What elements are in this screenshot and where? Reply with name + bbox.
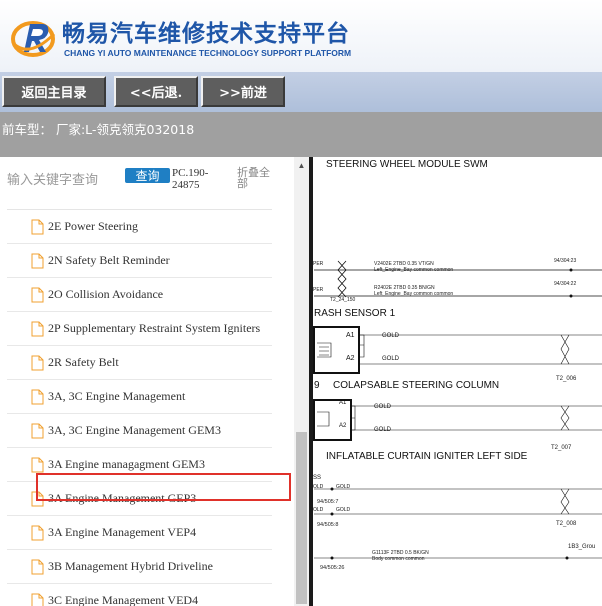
diagram-heading-curtain-igniter: INFLATABLE CURTAIN IGNITER LEFT SIDE — [326, 451, 528, 462]
platform-title: 畅易汽车维修技术支持平台 — [62, 21, 350, 47]
pin-finish-label: GOLD — [374, 427, 392, 433]
document-icon — [31, 355, 44, 371]
wire-label: Body common common — [372, 556, 425, 562]
collapse-all-button[interactable]: 折叠全部 — [237, 167, 275, 189]
document-code: PC.190-24875 — [172, 167, 209, 191]
tree-item[interactable]: 3A Engine managagment GEM3 — [0, 448, 282, 482]
tree-item[interactable]: 3A, 3C Engine Management GEM3 — [0, 414, 282, 448]
connector-ref: 94/304:22 — [554, 281, 577, 287]
scroll-thumb[interactable] — [296, 432, 307, 604]
tree-item-label: 3A, 3C Engine Management GEM3 — [48, 423, 221, 437]
tree-item-label: 3A Engine Management GEP3 — [48, 491, 197, 505]
document-icon — [31, 593, 44, 606]
current-vehicle-label: 前车型： 厂家:L-领克领克032018 — [0, 112, 602, 157]
pin-label: A1 — [339, 400, 347, 406]
document-icon — [31, 491, 44, 507]
document-icon — [31, 253, 44, 269]
wire-label: PER — [313, 261, 324, 267]
tree-item[interactable]: 3A Engine Management VEP4 — [0, 516, 282, 550]
document-icon — [31, 219, 44, 235]
tree-item[interactable]: 3C Engine Management VED4 — [0, 584, 282, 606]
left-panel: 输入关键字查询 查询 PC.190-24875 折叠全部 2E Power St… — [0, 157, 294, 606]
app-header: 畅易汽车维修技术支持平台 CHANG YI AUTO MAINTENANCE T… — [0, 0, 602, 72]
pin-label: A2 — [339, 423, 347, 429]
document-tree: 2E Power Steering 2N Safety Belt Reminde… — [0, 210, 282, 606]
forward-button[interactable]: >>前进 — [201, 76, 285, 107]
tree-item-label: 2E Power Steering — [48, 219, 138, 233]
splice-label: T2_007 — [551, 445, 572, 451]
splice-label: T2_008 — [556, 521, 577, 527]
document-icon — [31, 525, 44, 541]
pin-label: A1 — [346, 332, 355, 339]
search-button[interactable]: 查询 — [125, 168, 170, 183]
connector-ref: 94/505:8 — [317, 522, 339, 528]
diagram-heading-swm: STEERING WHEEL MODULE SWM — [326, 159, 488, 170]
tree-item[interactable]: 2R Safety Belt — [0, 346, 282, 380]
splice-label: T2_006 — [556, 376, 577, 382]
wire-label: Left_Engine_Bay common common — [374, 267, 454, 273]
pin-finish-label: GOLD — [336, 484, 351, 490]
connector-ref: 94/505:7 — [317, 499, 339, 505]
document-icon — [31, 321, 44, 337]
search-input[interactable]: 输入关键字查询 — [7, 169, 98, 188]
tree-item[interactable]: 2E Power Steering — [0, 210, 282, 244]
home-button[interactable]: 返回主目录 — [2, 76, 106, 107]
pin-finish-label: GOLD — [382, 356, 400, 362]
diagram-heading-crash-sensor: RASH SENSOR 1 — [314, 308, 396, 319]
document-icon — [31, 423, 44, 439]
pin-label: A2 — [346, 355, 355, 362]
tree-item-label: 3B Management Hybrid Driveline — [48, 559, 213, 573]
connector-ref: 94/505:26 — [320, 565, 345, 571]
diagram-number: 9 — [314, 380, 320, 391]
tree-item-label: 2N Safety Belt Reminder — [48, 253, 170, 267]
connector-label: SS — [313, 475, 322, 481]
tree-item[interactable]: 3A Engine Management GEP3 — [0, 482, 282, 516]
diagram-heading-steering-column: COLAPSABLE STEERING COLUMN — [333, 380, 500, 391]
pin-finish-label: OLD — [313, 507, 324, 513]
tree-item-label: 2O Collision Avoidance — [48, 287, 164, 301]
splice-label: T2_24_150 — [330, 297, 356, 303]
ground-label: 1B3_Grou — [568, 544, 596, 550]
r-logo-icon — [11, 21, 56, 57]
tree-item[interactable]: 3A, 3C Engine Management — [0, 380, 282, 414]
tree-item-label: 2R Safety Belt — [48, 355, 119, 369]
pin-finish-label: GOLD — [336, 507, 351, 513]
back-button[interactable]: <<后退. — [114, 76, 198, 107]
wire-label: Left_Engine_Bay common common — [374, 291, 454, 297]
platform-subtitle: CHANG YI AUTO MAINTENANCE TECHNOLOGY SUP… — [64, 48, 352, 58]
connector-ref: 94/304:23 — [554, 258, 577, 264]
tree-item-label: 2P Supplementary Restraint System Ignite… — [48, 321, 261, 335]
document-icon — [31, 389, 44, 405]
tree-scrollbar[interactable]: ▲ — [294, 157, 309, 606]
tree-item-selected[interactable]: 2P Supplementary Restraint System Ignite… — [0, 312, 282, 346]
tree-item[interactable]: 2O Collision Avoidance — [0, 278, 282, 312]
pin-finish-label: OLD — [313, 484, 324, 490]
pin-finish-label: GOLD — [374, 404, 392, 410]
tree-item-label: 3A, 3C Engine Management — [48, 389, 186, 403]
scroll-up-arrow-icon[interactable]: ▲ — [294, 157, 309, 174]
pin-finish-label: GOLD — [382, 333, 400, 339]
tree-item[interactable]: 2N Safety Belt Reminder — [0, 244, 282, 278]
tree-item-label: 3A Engine managagment GEM3 — [48, 457, 205, 471]
tree-item[interactable]: 3B Management Hybrid Driveline — [0, 550, 282, 584]
document-icon — [31, 457, 44, 473]
tree-item-label: 3A Engine Management VEP4 — [48, 525, 197, 539]
wiring-diagram-panel[interactable]: STEERING WHEEL MODULE SWM PER V2402E 2TB… — [309, 157, 602, 606]
document-icon — [31, 287, 44, 303]
wire-label: PER — [313, 287, 324, 293]
tree-item-label: 3C Engine Management VED4 — [48, 593, 199, 606]
nav-bar: 返回主目录 <<后退. >>前进 — [0, 72, 602, 112]
document-icon — [31, 559, 44, 575]
